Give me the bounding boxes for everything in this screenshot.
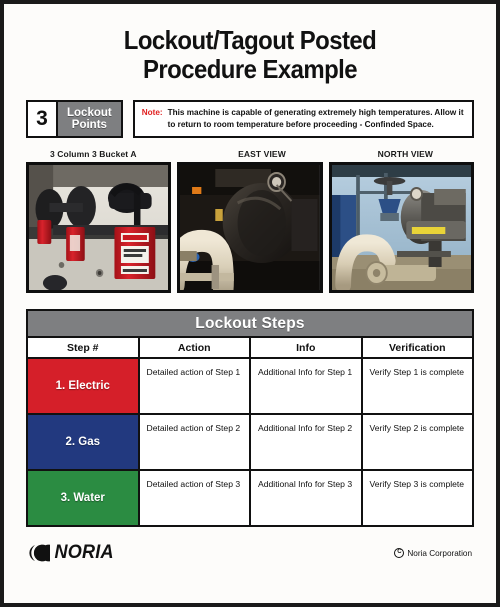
- lockout-points-badge: 3 Lockout Points: [26, 100, 123, 139]
- action-cell-2: Detailed action of Step 2: [137, 413, 251, 472]
- table-header-row: Step # Action Info Verification: [26, 336, 474, 360]
- poster-page: Lockout/Tagout Posted Procedure Example …: [0, 0, 500, 607]
- page-title-line-2: Procedure Example: [143, 54, 358, 85]
- copyright-text: Noria Corporation: [407, 548, 472, 558]
- page-title: Lockout/Tagout Posted Procedure Example: [44, 25, 456, 85]
- lockout-steps-table: Lockout Steps Step # Action Info Verific…: [26, 309, 474, 528]
- photo-north-view-graphic: [331, 165, 471, 291]
- info-cell-1: Additional Info for Step 1: [249, 357, 363, 416]
- photo-lockout-devices-graphic: [29, 165, 169, 291]
- lockout-steps-table-wrap: Lockout Steps Step # Action Info Verific…: [26, 309, 474, 528]
- lockout-points-label-line-2: Points: [71, 119, 107, 132]
- note-box: Note: This machine is capable of generat…: [132, 100, 474, 139]
- copyright-icon: C: [394, 548, 405, 559]
- step-cell-1: 1. Electric: [26, 357, 140, 416]
- lockout-points-count: 3: [28, 102, 58, 137]
- photo-lockout-devices: [26, 162, 172, 294]
- column-header-action: Action: [137, 336, 251, 360]
- poster-inner: Lockout/Tagout Posted Procedure Example …: [4, 4, 496, 564]
- photo-east-view: [177, 162, 323, 294]
- lockout-points-label: Lockout Points: [58, 102, 121, 137]
- table-row: 1. Electric Detailed action of Step 1 Ad…: [26, 357, 474, 416]
- verification-cell-2: Verify Step 2 is complete: [360, 413, 474, 472]
- footer: NORIA C Noria Corporation: [26, 542, 474, 564]
- table-title-row: Lockout Steps: [26, 309, 474, 339]
- photo-caption-1: 3 Column 3 Bucket A: [50, 149, 137, 160]
- note-label: Note:: [141, 107, 163, 117]
- column-header-info: Info: [249, 336, 363, 360]
- action-cell-3: Detailed action of Step 3: [137, 469, 251, 528]
- note-text: This machine is capable of generating ex…: [167, 108, 464, 130]
- page-title-line-1: Lockout/Tagout Posted: [123, 25, 377, 55]
- action-cell-1: Detailed action of Step 1: [137, 357, 251, 416]
- photo-caption-3: NORTH VIEW: [377, 149, 433, 160]
- noria-logo-text: NORIA: [54, 542, 114, 564]
- step-cell-2: 2. Gas: [26, 413, 140, 472]
- photo-east-view-graphic: [180, 165, 320, 291]
- step-cell-3: 3. Water: [26, 469, 140, 528]
- info-cell-2: Additional Info for Step 2: [249, 413, 363, 472]
- verification-cell-3: Verify Step 3 is complete: [360, 469, 474, 528]
- header-strip: 3 Lockout Points Note: This machine is c…: [26, 100, 474, 139]
- noria-crescent-icon: [29, 544, 50, 562]
- noria-logo: NORIA: [28, 542, 115, 564]
- table-title: Lockout Steps: [26, 309, 474, 339]
- photo-caption-row: 3 Column 3 Bucket A EAST VIEW NORTH VIEW: [26, 149, 474, 159]
- column-header-verification: Verification: [360, 336, 474, 360]
- copyright: C Noria Corporation: [394, 548, 472, 559]
- column-header-step: Step #: [26, 336, 140, 360]
- info-cell-3: Additional Info for Step 3: [249, 469, 363, 528]
- lockout-points-label-line-1: Lockout: [67, 107, 112, 120]
- table-row: 2. Gas Detailed action of Step 2 Additio…: [26, 413, 474, 472]
- photo-caption-2: EAST VIEW: [238, 149, 286, 160]
- table-row: 3. Water Detailed action of Step 3 Addit…: [26, 469, 474, 528]
- photo-north-view: [328, 162, 474, 294]
- photo-row: [26, 162, 474, 294]
- verification-cell-1: Verify Step 1 is complete: [360, 357, 474, 416]
- note-inner: Note: This machine is capable of generat…: [142, 107, 465, 131]
